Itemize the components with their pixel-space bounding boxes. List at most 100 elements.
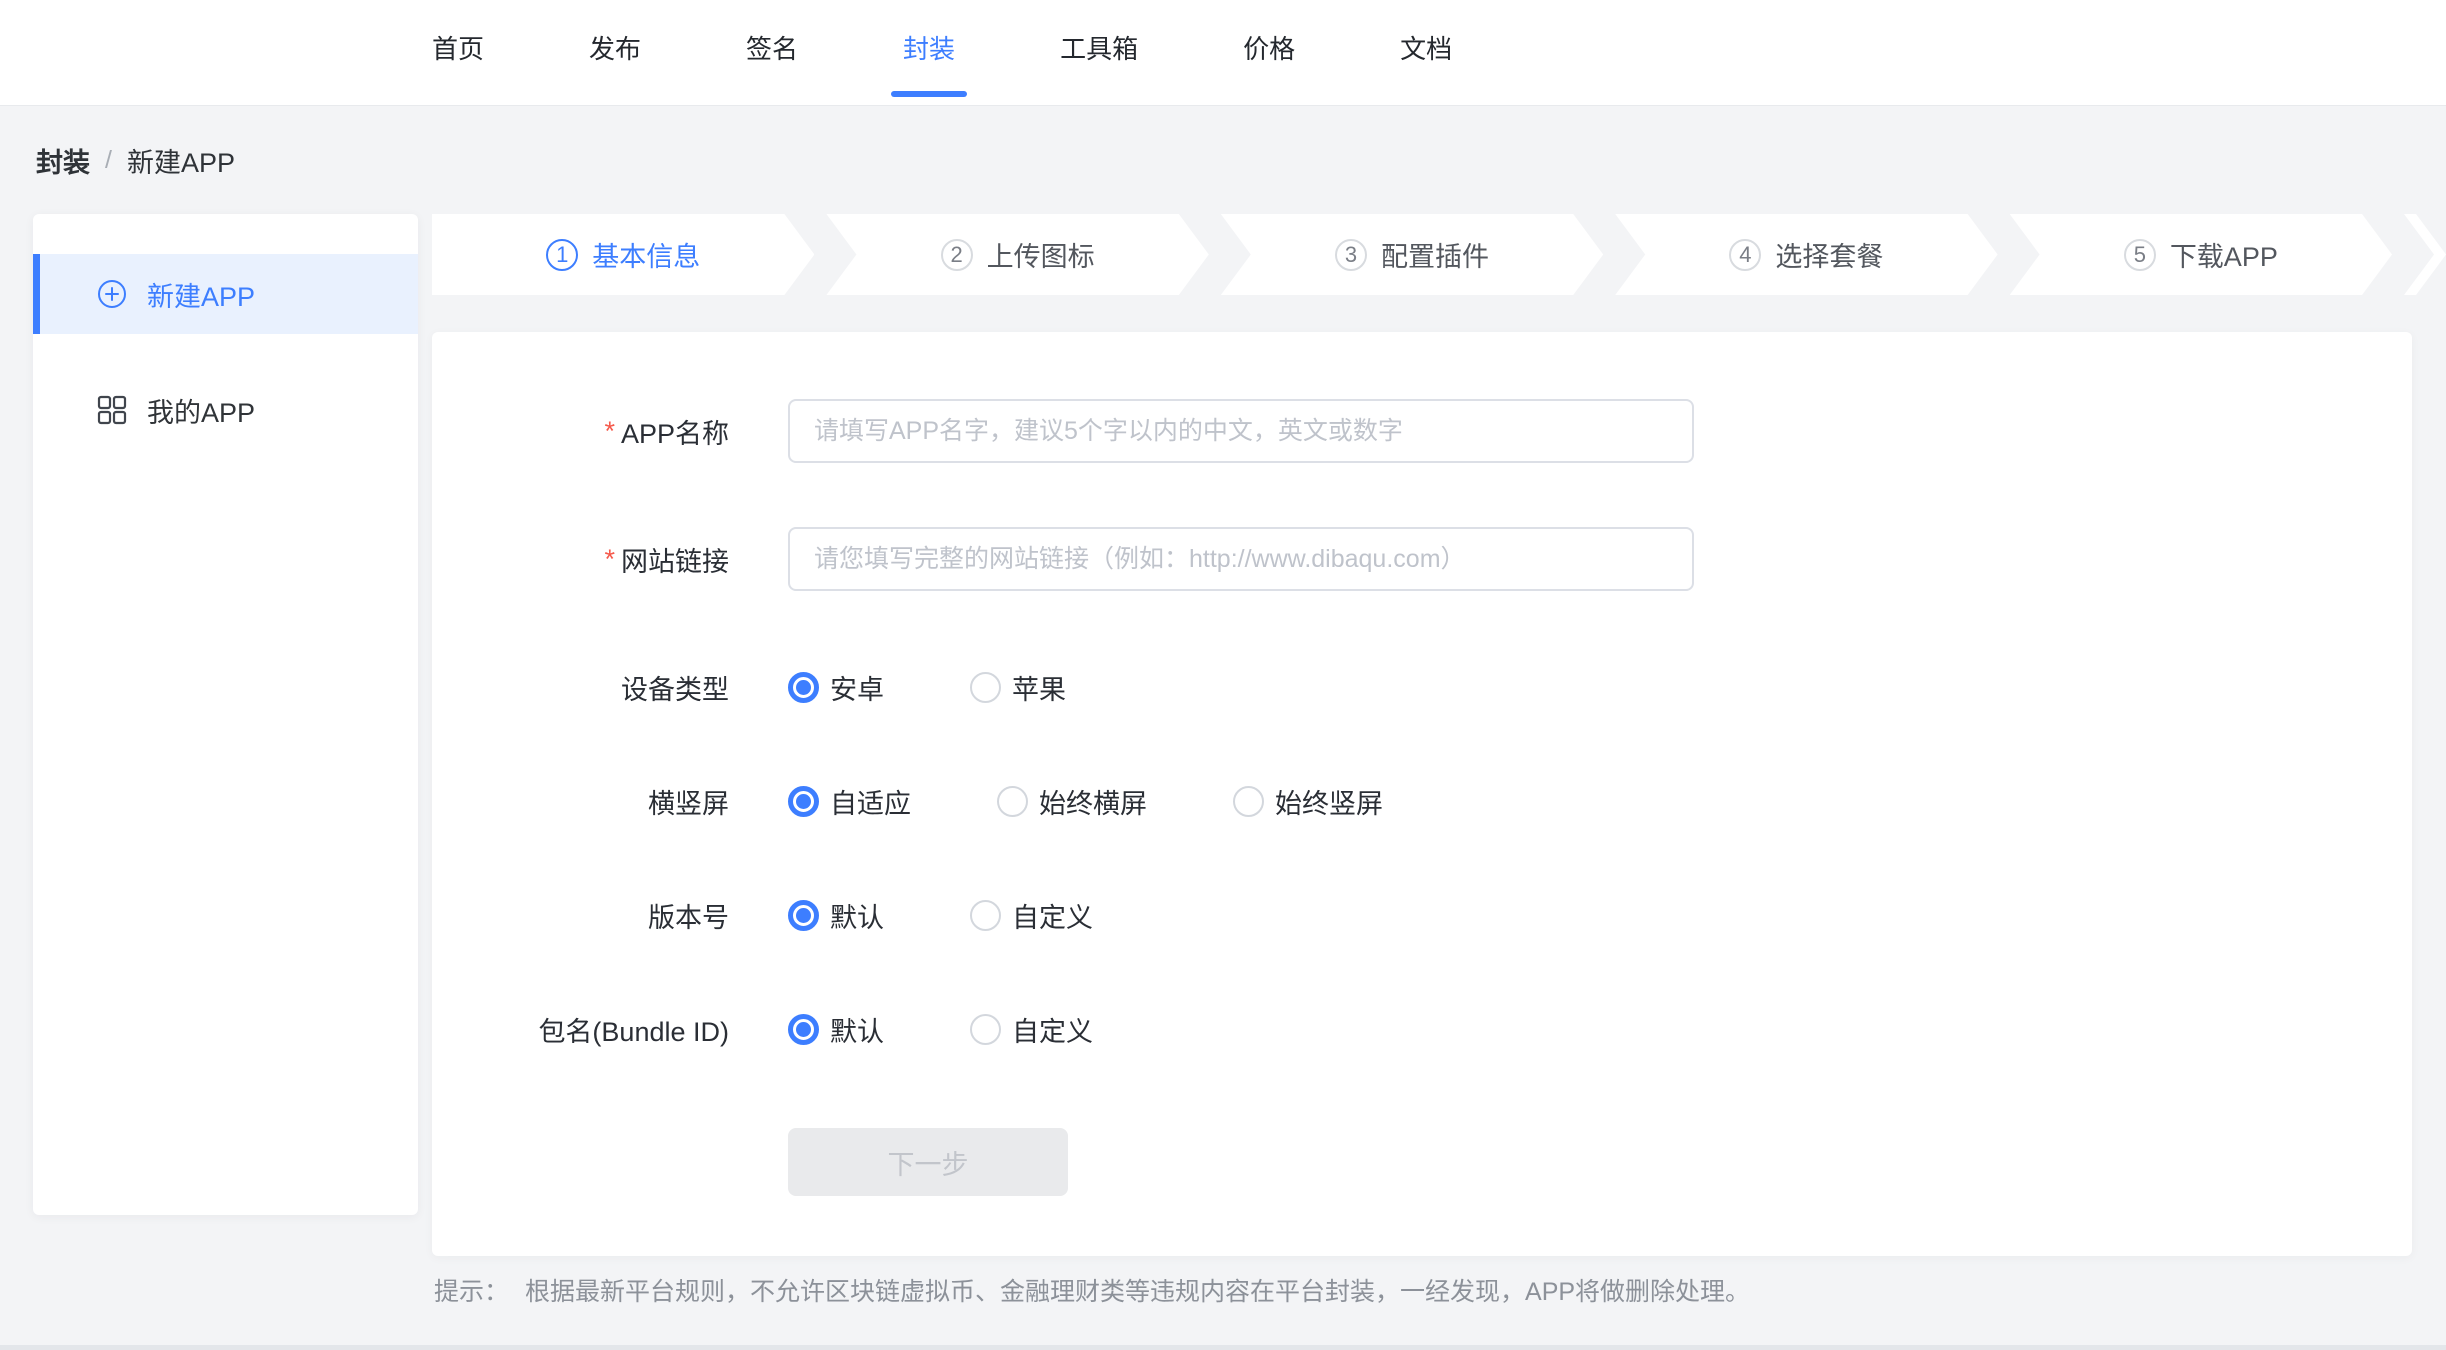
nav-item-label: 文档 <box>1400 29 1452 66</box>
radio-label: 自定义 <box>1012 896 1093 935</box>
step-number: 4 <box>1729 239 1761 271</box>
nav-item-label: 首页 <box>432 29 484 66</box>
radio-label: 安卓 <box>830 668 884 707</box>
field-label-text: 包名(Bundle ID) <box>538 1010 729 1049</box>
step-configure-plugins: 3 配置插件 <box>1221 214 1603 295</box>
nav-item-home[interactable]: 首页 <box>432 0 484 106</box>
radio-label: 自适应 <box>830 782 911 821</box>
step-number: 5 <box>2124 239 2156 271</box>
field-label-text: 网站链接 <box>621 540 729 579</box>
breadcrumb-separator: / <box>105 146 112 175</box>
step-number: 2 <box>941 239 973 271</box>
nav-item-docs[interactable]: 文档 <box>1400 0 1452 106</box>
step-download-app: 5 下载APP <box>2010 214 2392 295</box>
radio-unselected-icon <box>970 900 1001 931</box>
next-step-button[interactable]: 下一步 <box>788 1128 1068 1196</box>
form-row-app-name: * APP名称 <box>432 399 2412 463</box>
radio-label: 始终竖屏 <box>1275 782 1383 821</box>
field-label: * 网站链接 <box>432 540 729 579</box>
radio-selected-icon <box>788 672 819 703</box>
stepper-arrow-tail <box>2404 214 2446 295</box>
field-label-text: 横竖屏 <box>648 782 729 821</box>
radio-ios[interactable]: 苹果 <box>970 668 1066 707</box>
step-label: 下载APP <box>2170 235 2278 274</box>
active-item-bar <box>33 254 40 334</box>
radio-android[interactable]: 安卓 <box>788 668 884 707</box>
field-label: 版本号 <box>432 896 729 935</box>
nav-item-label: 封装 <box>903 29 955 66</box>
field-label: * APP名称 <box>432 412 729 451</box>
radio-unselected-icon <box>997 786 1028 817</box>
form-row-orientation: 横竖屏 自适应 始终横屏 始终竖屏 <box>432 769 2412 833</box>
nav-item-label: 签名 <box>746 29 798 66</box>
sidebar-item-my-apps[interactable]: 我的APP <box>33 370 418 450</box>
form-row-bundle-id: 包名(Bundle ID) 默认 自定义 <box>432 997 2412 1061</box>
grid-icon <box>97 395 127 425</box>
field-label-text: 版本号 <box>648 896 729 935</box>
tip-text: 根据最新平台规则，不允许区块链虚拟币、金融理财类等违规内容在平台封装，一经发现，… <box>525 1272 1750 1312</box>
required-asterisk: * <box>604 416 615 447</box>
nav-item-package-active[interactable]: 封装 <box>903 0 955 106</box>
radio-auto-orientation[interactable]: 自适应 <box>788 782 911 821</box>
radio-always-landscape[interactable]: 始终横屏 <box>997 782 1147 821</box>
step-upload-icon: 2 上传图标 <box>826 214 1208 295</box>
nav-item-sign[interactable]: 签名 <box>746 0 798 106</box>
field-label: 设备类型 <box>432 668 729 707</box>
step-label: 基本信息 <box>592 235 700 274</box>
radio-bundle-custom[interactable]: 自定义 <box>970 1010 1093 1049</box>
step-label: 选择套餐 <box>1775 235 1883 274</box>
required-asterisk: * <box>604 544 615 575</box>
form-row-version: 版本号 默认 自定义 <box>432 883 2412 947</box>
step-label: 上传图标 <box>987 235 1095 274</box>
field-label-text: 设备类型 <box>621 668 729 707</box>
breadcrumb-root[interactable]: 封装 <box>36 141 90 180</box>
platform-rules-tip: 提示： 根据最新平台规则，不允许区块链虚拟币、金融理财类等违规内容在平台封装，一… <box>434 1272 1750 1312</box>
basic-info-form-card: * APP名称 * 网站链接 设备类型 安卓 苹果 <box>432 332 2412 1256</box>
form-row-website-url: * 网站链接 <box>432 527 2412 591</box>
field-label-text: APP名称 <box>621 412 729 451</box>
step-choose-plan: 4 选择套餐 <box>1615 214 1997 295</box>
nav-item-publish[interactable]: 发布 <box>589 0 641 106</box>
radio-version-default[interactable]: 默认 <box>788 896 884 935</box>
step-number: 1 <box>546 239 578 271</box>
tip-prefix: 提示： <box>434 1272 509 1312</box>
sidebar: 新建APP 我的APP <box>33 214 418 1215</box>
radio-unselected-icon <box>970 672 1001 703</box>
step-label: 配置插件 <box>1381 235 1489 274</box>
active-tab-underline <box>891 91 967 97</box>
page-bottom-edge <box>0 1345 2446 1350</box>
step-number: 3 <box>1335 239 1367 271</box>
plus-circle-icon <box>97 279 127 309</box>
radio-always-portrait[interactable]: 始终竖屏 <box>1233 782 1383 821</box>
radio-selected-icon <box>788 1014 819 1045</box>
breadcrumb-current: 新建APP <box>127 141 235 180</box>
nav-item-toolbox[interactable]: 工具箱 <box>1060 0 1138 106</box>
radio-unselected-icon <box>970 1014 1001 1045</box>
radio-bundle-default[interactable]: 默认 <box>788 1010 884 1049</box>
sidebar-item-label: 新建APP <box>147 275 255 314</box>
radio-label: 默认 <box>830 896 884 935</box>
radio-label: 默认 <box>830 1010 884 1049</box>
radio-unselected-icon <box>1233 786 1264 817</box>
radio-label: 自定义 <box>1012 1010 1093 1049</box>
radio-label: 始终横屏 <box>1039 782 1147 821</box>
app-name-input[interactable] <box>788 399 1694 463</box>
nav-item-pricing[interactable]: 价格 <box>1243 0 1295 106</box>
field-label: 包名(Bundle ID) <box>432 1010 729 1049</box>
form-row-device-type: 设备类型 安卓 苹果 <box>432 655 2412 719</box>
radio-label: 苹果 <box>1012 668 1066 707</box>
radio-selected-icon <box>788 786 819 817</box>
step-basic-info: 1 基本信息 <box>432 214 814 295</box>
step-wizard: 1 基本信息 2 上传图标 3 配置插件 4 选择套餐 5 下载APP <box>432 214 2446 295</box>
website-url-input[interactable] <box>788 527 1694 591</box>
radio-selected-icon <box>788 900 819 931</box>
field-label: 横竖屏 <box>432 782 729 821</box>
sidebar-item-label: 我的APP <box>147 391 255 430</box>
nav-item-label: 价格 <box>1243 29 1295 66</box>
nav-item-label: 工具箱 <box>1060 29 1138 66</box>
nav-item-label: 发布 <box>589 29 641 66</box>
breadcrumb: 封装 / 新建APP <box>36 140 235 180</box>
sidebar-item-new-app[interactable]: 新建APP <box>33 254 418 334</box>
top-nav: 首页 发布 签名 封装 工具箱 价格 文档 <box>0 0 2446 106</box>
radio-version-custom[interactable]: 自定义 <box>970 896 1093 935</box>
